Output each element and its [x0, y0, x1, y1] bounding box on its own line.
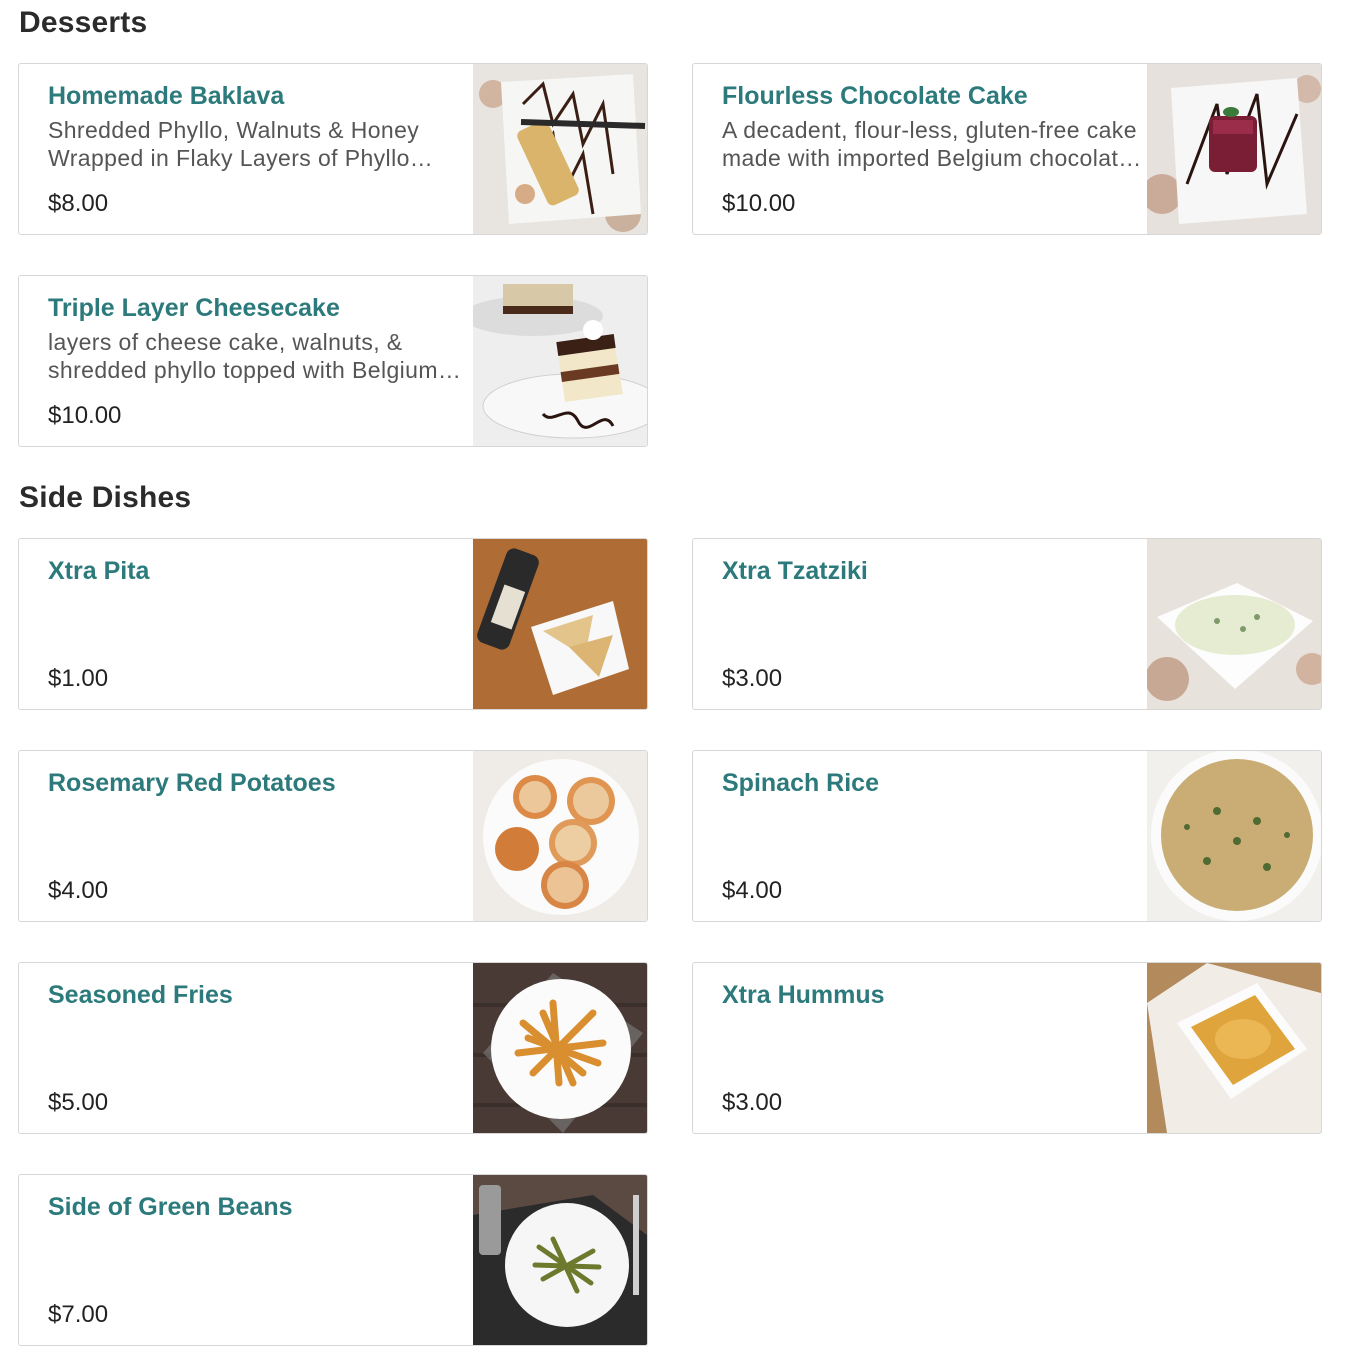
item-name: Homemade Baklava	[48, 82, 285, 110]
item-price: $3.00	[722, 1089, 783, 1116]
menu-page: Desserts Homemade Baklava Shredded Phyll…	[0, 0, 1346, 1362]
item-name: Xtra Hummus	[722, 981, 885, 1009]
item-price: $4.00	[48, 877, 109, 904]
menu-item-card[interactable]: Homemade Baklava Shredded Phyllo, Walnut…	[18, 63, 648, 235]
menu-item-card[interactable]: Xtra Pita $1.00	[18, 538, 648, 710]
item-price: $7.00	[48, 1301, 109, 1328]
item-name: Triple Layer Cheesecake	[48, 294, 340, 322]
item-description: layers of cheese cake, walnuts, & shredd…	[48, 329, 438, 383]
menu-item-card[interactable]: Side of Green Beans $7.00	[18, 1174, 648, 1346]
item-price: $4.00	[722, 877, 783, 904]
menu-item-card[interactable]: Seasoned Fries $5.00	[18, 962, 648, 1134]
item-name: Spinach Rice	[722, 769, 879, 797]
item-description: A decadent, flour-less, gluten-free cake…	[722, 117, 1137, 171]
section-title-side-dishes: Side Dishes	[19, 481, 192, 514]
rice-photo	[1147, 751, 1321, 921]
tzatziki-photo	[1147, 539, 1321, 709]
item-description: Shredded Phyllo, Walnuts & Honey Wrapped…	[48, 117, 420, 171]
green-beans-photo	[473, 1175, 647, 1345]
pita-photo	[473, 539, 647, 709]
menu-item-card[interactable]: Spinach Rice $4.00	[692, 750, 1322, 922]
desserts-grid: Homemade Baklava Shredded Phyllo, Walnut…	[18, 63, 1324, 447]
side-dishes-grid: Xtra Pita $1.00 Xtra Tzatziki $3.00 Rose…	[18, 538, 1324, 1346]
item-price: $10.00	[722, 190, 796, 217]
item-name: Rosemary Red Potatoes	[48, 769, 336, 797]
item-name: Flourless Chocolate Cake	[722, 82, 1028, 110]
item-name: Side of Green Beans	[48, 1193, 293, 1221]
section-title-desserts: Desserts	[19, 6, 148, 39]
item-name: Xtra Pita	[48, 557, 150, 585]
item-price: $10.00	[48, 402, 122, 429]
item-price: $3.00	[722, 665, 783, 692]
menu-item-card[interactable]: Xtra Hummus $3.00	[692, 962, 1322, 1134]
cheesecake-photo	[473, 276, 647, 446]
item-price: $1.00	[48, 665, 109, 692]
item-price: $8.00	[48, 190, 109, 217]
menu-item-card[interactable]: Triple Layer Cheesecake layers of cheese…	[18, 275, 648, 447]
item-price: $5.00	[48, 1089, 109, 1116]
menu-item-card[interactable]: Rosemary Red Potatoes $4.00	[18, 750, 648, 922]
item-name: Xtra Tzatziki	[722, 557, 868, 585]
chocolate-cake-photo	[1147, 64, 1321, 234]
menu-item-card[interactable]: Xtra Tzatziki $3.00	[692, 538, 1322, 710]
fries-photo	[473, 963, 647, 1133]
hummus-photo	[1147, 963, 1321, 1133]
potatoes-photo	[473, 751, 647, 921]
baklava-photo	[473, 64, 647, 234]
menu-item-card[interactable]: Flourless Chocolate Cake A decadent, flo…	[692, 63, 1322, 235]
item-name: Seasoned Fries	[48, 981, 233, 1009]
